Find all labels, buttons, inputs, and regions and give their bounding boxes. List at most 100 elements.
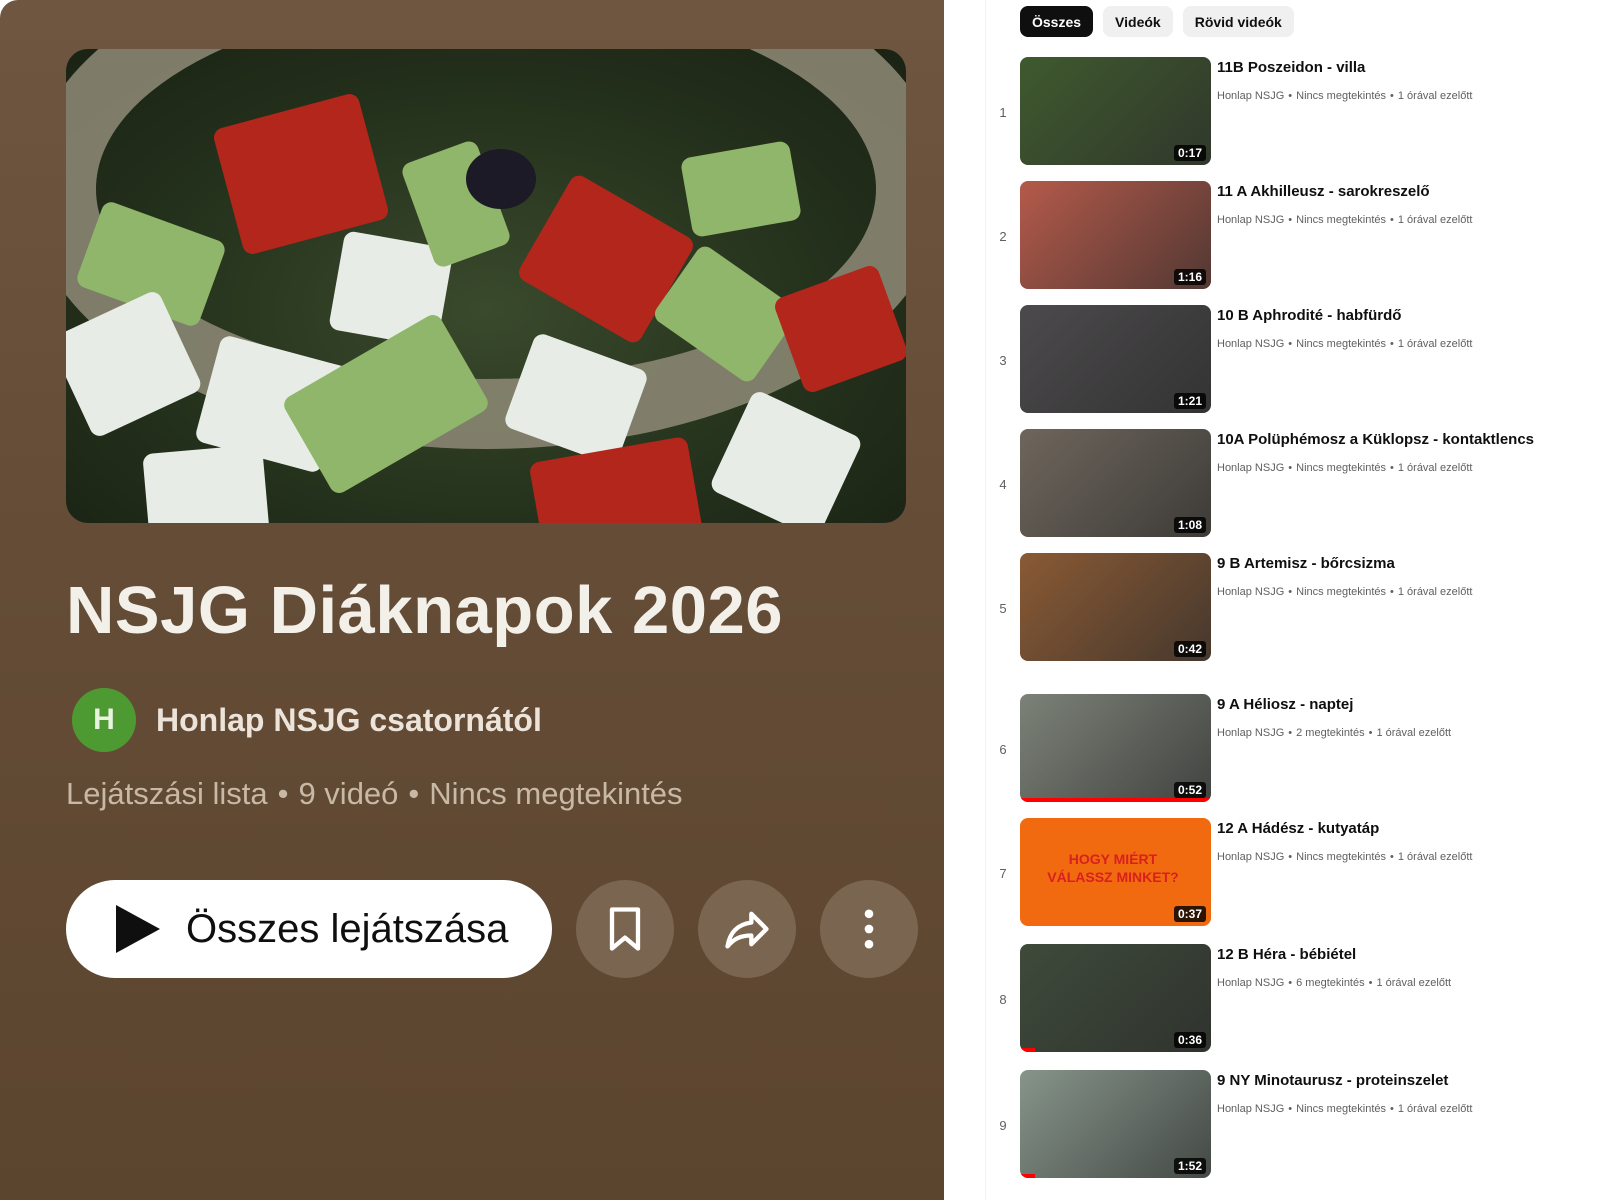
meta-separator: •: [1368, 977, 1373, 989]
meta-separator: •: [1390, 90, 1394, 102]
playlist-video-row[interactable]: 4 1:08 10A Polüphémosz a Küklopsz - kontak…: [995, 429, 1575, 539]
video-duration: 1:21: [1173, 393, 1206, 409]
video-views: Nincs megtekintés: [1296, 1103, 1386, 1115]
salad-piece: [708, 388, 864, 523]
playlist-video-row[interactable]: 6 0:52 9 A Héliosz - naptej Honlap NSJG • 2 m…: [995, 694, 1575, 804]
video-views: Nincs megtekintés: [1296, 851, 1386, 863]
video-title[interactable]: 11 A Akhilleusz - sarokreszelő: [1217, 183, 1430, 200]
video-title[interactable]: 9 NY Minotaurusz - proteinszelet: [1217, 1072, 1448, 1089]
watch-progress-bar: [1020, 798, 1211, 802]
video-thumbnail[interactable]: 1:52: [1020, 1070, 1211, 1178]
playlist-video-row[interactable]: 9 1:52 9 NY Minotaurusz - proteinszelet Hon…: [995, 1070, 1575, 1180]
video-title[interactable]: 9 B Artemisz - bőrcsizma: [1217, 555, 1395, 572]
playlist-views: Nincs megtekintés: [429, 776, 683, 811]
video-age: 1 órával ezelőtt: [1376, 727, 1452, 739]
video-duration: 0:17: [1173, 145, 1206, 161]
video-duration: 0:36: [1173, 1032, 1206, 1048]
play-all-button[interactable]: Összes lejátszása: [66, 880, 552, 978]
video-meta: Honlap NSJG • Nincs megtekintés • 1 órával e…: [1217, 90, 1472, 102]
meta-separator: •: [1390, 851, 1394, 863]
chip-all[interactable]: Összes: [1020, 6, 1094, 37]
playlist-cover-image[interactable]: [66, 49, 906, 523]
meta-separator: •: [1390, 1103, 1394, 1115]
video-thumbnail[interactable]: HOGY MIÉRT VÁLASSZ MINKET? 0:37: [1020, 818, 1211, 926]
video-channel[interactable]: Honlap NSJG: [1217, 851, 1284, 863]
video-title[interactable]: 12 B Héra - bébiétel: [1217, 946, 1356, 963]
video-views: Nincs megtekintés: [1296, 462, 1386, 474]
playlist-video-row[interactable]: 8 0:36 12 B Héra - bébiétel Honlap NSJG • 6 m…: [995, 944, 1575, 1054]
channel-name[interactable]: Honlap NSJG csatornától: [156, 702, 542, 739]
video-channel[interactable]: Honlap NSJG: [1217, 90, 1284, 102]
playlist-title: NSJG Diáknapok 2026: [66, 573, 784, 648]
meta-separator: •: [277, 776, 289, 811]
video-thumbnail[interactable]: 0:52: [1020, 694, 1211, 802]
video-channel[interactable]: Honlap NSJG: [1217, 1103, 1284, 1115]
video-thumbnail[interactable]: 0:36: [1020, 944, 1211, 1052]
meta-separator: •: [1368, 727, 1373, 739]
video-channel[interactable]: Honlap NSJG: [1217, 214, 1284, 226]
video-age: 1 órával ezelőtt: [1397, 90, 1473, 102]
video-thumbnail[interactable]: 0:42: [1020, 553, 1211, 661]
channel-link[interactable]: H Honlap NSJG csatornától: [72, 688, 542, 752]
more-options-button[interactable]: [820, 880, 918, 978]
salad-piece: [528, 435, 704, 523]
video-title[interactable]: 10 B Aphrodité - habfürdő: [1217, 307, 1401, 324]
playlist-video-count: 9 videó: [298, 776, 399, 811]
video-age: 1 órával ezelőtt: [1397, 586, 1473, 598]
playlist-video-row[interactable]: 1 0:17 11B Poszeidon - villa Honlap NSJG • Ni…: [995, 57, 1575, 167]
meta-separator: •: [408, 776, 420, 811]
meta-separator: •: [1288, 851, 1293, 863]
video-title[interactable]: 11B Poszeidon - villa: [1217, 59, 1365, 76]
bookmark-icon: [609, 907, 641, 951]
video-age: 1 órával ezelőtt: [1376, 977, 1452, 989]
meta-separator: •: [1390, 338, 1394, 350]
meta-separator: •: [1288, 977, 1293, 989]
share-button[interactable]: [698, 880, 796, 978]
filter-chips: Összes Videók Rövid videók: [1020, 6, 1294, 37]
video-channel[interactable]: Honlap NSJG: [1217, 586, 1284, 598]
video-title[interactable]: 9 A Héliosz - naptej: [1217, 696, 1353, 713]
video-index: 8: [999, 991, 1007, 1007]
meta-separator: •: [1288, 338, 1293, 350]
playlist-header: NSJG Diáknapok 2026 H Honlap NSJG csator…: [0, 0, 944, 1200]
video-age: 1 órával ezelőtt: [1397, 1103, 1473, 1115]
video-duration: 1:52: [1173, 1158, 1206, 1174]
chip-videos[interactable]: Videók: [1103, 6, 1173, 37]
watch-progress-bar: [1020, 1048, 1036, 1052]
playlist-video-row[interactable]: 5 0:42 9 B Artemisz - bőrcsizma Honlap NSJG…: [995, 553, 1575, 663]
chip-shorts[interactable]: Rövid videók: [1182, 6, 1294, 37]
video-index: 4: [999, 476, 1007, 492]
meta-separator: •: [1288, 1103, 1293, 1115]
meta-separator: •: [1288, 90, 1293, 102]
meta-separator: •: [1390, 462, 1394, 474]
avatar[interactable]: H: [72, 688, 136, 752]
video-index: 2: [999, 228, 1007, 244]
video-channel[interactable]: Honlap NSJG: [1217, 727, 1284, 739]
video-meta: Honlap NSJG • Nincs megtekintés • 1 órával e…: [1217, 851, 1472, 863]
playlist-video-row[interactable]: 3 1:21 10 B Aphrodité - habfürdő Honlap NSJ…: [995, 305, 1575, 415]
save-playlist-button[interactable]: [576, 880, 674, 978]
playlist-video-row[interactable]: 2 1:16 11 A Akhilleusz - sarokreszelő Honla…: [995, 181, 1575, 291]
video-thumbnail[interactable]: 0:17: [1020, 57, 1211, 165]
playlist-video-row[interactable]: 7 HOGY MIÉRT VÁLASSZ MINKET? 0:37 12 A Hádé…: [995, 818, 1575, 928]
video-duration: 0:52: [1173, 782, 1206, 798]
video-views: 6 megtekintés: [1296, 977, 1365, 989]
video-meta: Honlap NSJG • Nincs megtekintés • 1 órával e…: [1217, 462, 1472, 474]
video-duration: 0:37: [1173, 906, 1206, 922]
video-thumbnail[interactable]: 1:21: [1020, 305, 1211, 413]
video-channel[interactable]: Honlap NSJG: [1217, 338, 1284, 350]
video-index: 5: [999, 600, 1007, 616]
list-divider: [985, 0, 986, 1200]
video-meta: Honlap NSJG • Nincs megtekintés • 1 órával e…: [1217, 338, 1472, 350]
video-thumbnail[interactable]: 1:08: [1020, 429, 1211, 537]
video-channel[interactable]: Honlap NSJG: [1217, 462, 1284, 474]
meta-separator: •: [1390, 214, 1394, 226]
video-title[interactable]: 12 A Hádész - kutyatáp: [1217, 820, 1379, 837]
video-index: 1: [999, 104, 1007, 120]
video-channel[interactable]: Honlap NSJG: [1217, 977, 1284, 989]
video-thumbnail[interactable]: 1:16: [1020, 181, 1211, 289]
video-age: 1 órával ezelőtt: [1397, 214, 1473, 226]
meta-separator: •: [1288, 214, 1293, 226]
video-meta: Honlap NSJG • Nincs megtekintés • 1 órával e…: [1217, 214, 1472, 226]
video-title[interactable]: 10A Polüphémosz a Küklopsz - kontaktlenc…: [1217, 431, 1534, 448]
